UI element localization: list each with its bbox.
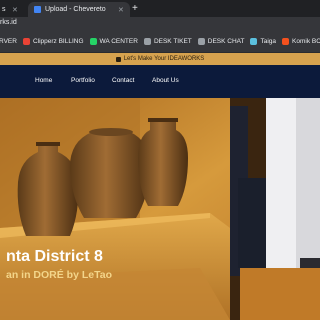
close-tab-icon[interactable]: ✕ <box>12 6 18 14</box>
address-bar[interactable]: rks.id <box>0 17 320 31</box>
new-tab-plus-icon[interactable]: + <box>132 2 138 15</box>
browser-tab-active[interactable]: Upload - Chevereto ✕ <box>28 2 130 17</box>
announcement-bar: Let's Make Your IDEAWORKS <box>0 53 320 65</box>
bookmark-label: DESK TIKET <box>153 38 192 45</box>
hero-image <box>0 98 320 320</box>
nav-portfolio-link[interactable]: Portfolio <box>71 77 95 84</box>
bookmark-item[interactable]: DESK CHAT <box>197 38 245 45</box>
bookmark-label: Taiga <box>260 38 277 45</box>
bookmark-item[interactable]: Komik BCU <box>282 38 320 45</box>
bookmarks-bar: RVER Clipperz BILLING WA CENTER DESK TIKET D… <box>0 31 320 53</box>
bookmark-favicon-icon <box>197 38 205 45</box>
nav-contact-link[interactable]: Contact <box>112 77 134 84</box>
bookmark-label: WA CENTER <box>99 38 138 45</box>
url-text: rks.id <box>0 19 17 26</box>
bookmark-item[interactable]: DESK TIKET <box>143 38 192 45</box>
bookmark-item[interactable]: Taiga <box>250 38 276 45</box>
bookmark-favicon-icon <box>143 38 151 45</box>
browser-tab-strip: s ✕ Upload - Chevereto ✕ + <box>0 0 320 17</box>
browser-tab[interactable]: s ✕ <box>0 2 24 17</box>
bookmark-label: RVER <box>0 38 17 45</box>
announcement-icon <box>115 56 121 62</box>
nav-about-link[interactable]: About Us <box>152 77 179 84</box>
hero-subtitle: an in DORÉ by LeTao <box>6 269 112 281</box>
bookmark-favicon-icon <box>89 38 97 45</box>
chevereto-favicon-icon <box>34 6 41 13</box>
tab-title: s <box>2 6 6 13</box>
bookmark-favicon-icon <box>250 38 258 45</box>
bookmark-favicon-icon <box>22 38 30 45</box>
bookmark-label: Clipperz BILLING <box>32 38 84 45</box>
nav-home-link[interactable]: Home <box>35 77 52 84</box>
announcement-text: Let's Make Your IDEAWORKS <box>123 56 205 62</box>
bookmark-label: Komik BCU <box>292 38 320 45</box>
bookmark-favicon-icon <box>282 38 290 45</box>
bookmark-item[interactable]: WA CENTER <box>89 38 138 45</box>
bookmark-item[interactable]: RVER <box>0 38 17 45</box>
hero-title: nta District 8 <box>6 248 103 265</box>
close-tab-icon[interactable]: ✕ <box>118 6 124 14</box>
tab-title: Upload - Chevereto <box>45 6 106 13</box>
bookmark-label: DESK CHAT <box>207 38 245 45</box>
bookmark-item[interactable]: Clipperz BILLING <box>22 38 84 45</box>
hero-banner: nta District 8 an in DORÉ by LeTao <box>0 98 320 320</box>
site-navigation: Home Portfolio Contact About Us <box>0 65 320 98</box>
